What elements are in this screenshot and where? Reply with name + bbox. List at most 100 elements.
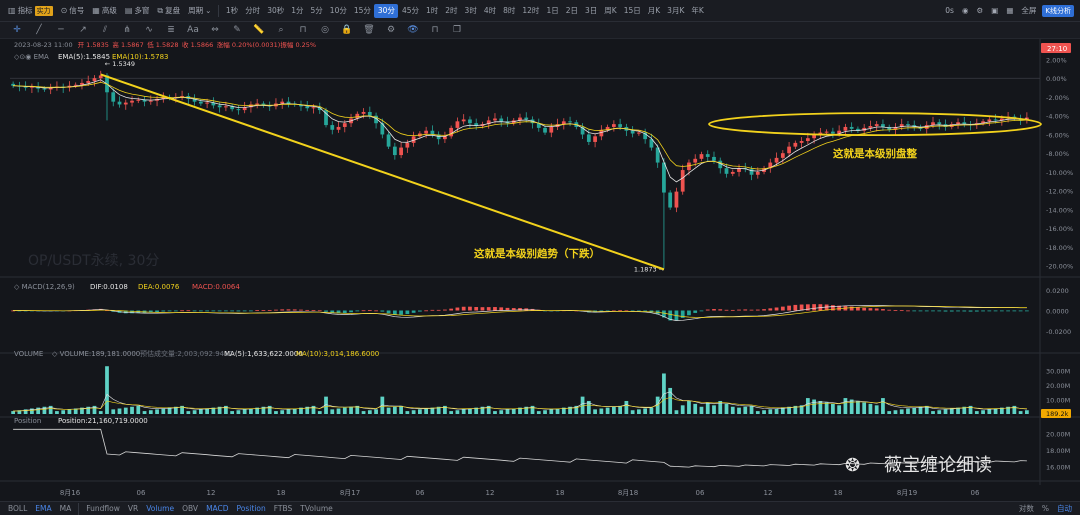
timeframe-5[interactable]: 10分 — [326, 4, 350, 18]
candle — [255, 103, 260, 105]
camera-icon[interactable]: ◉ — [958, 2, 973, 20]
toolbar-item-4[interactable]: ⧉ 复盘 — [153, 2, 184, 20]
timeframe-15[interactable]: 1日 — [543, 4, 562, 18]
macd-bar — [768, 308, 773, 311]
toolbar-item-1[interactable]: ⊙ 信号 — [57, 2, 89, 20]
settings-icon[interactable]: ⚙ — [380, 25, 402, 35]
layers-icon[interactable]: ❐ — [446, 25, 468, 35]
timeframe-21[interactable]: 3月K — [664, 4, 688, 18]
indicator-volume[interactable]: Volume — [142, 504, 178, 513]
timeframe-1[interactable]: 分时 — [242, 4, 264, 18]
eye-icon[interactable]: ◎ — [314, 25, 336, 35]
indicator-macd[interactable]: MACD — [202, 504, 232, 513]
period-selector[interactable]: 周期 ⌄ — [184, 2, 215, 20]
log-scale-toggle[interactable]: 对数 — [1015, 503, 1038, 514]
indicator-tvolume[interactable]: TVolume — [296, 504, 336, 513]
price-tick: -12.00% — [1046, 188, 1073, 196]
toolbar-item-3[interactable]: ▤ 多窗 — [121, 2, 154, 20]
candle — [668, 192, 673, 208]
macd-bar — [186, 310, 191, 312]
auto-scale-toggle[interactable]: 自动 — [1053, 503, 1076, 514]
info-field-1: 开 1.5835 — [78, 41, 109, 49]
ruler-icon[interactable]: 📏 — [248, 25, 270, 35]
indicator-position[interactable]: Position — [233, 504, 270, 513]
horizontal-line-icon[interactable]: ─ — [50, 25, 72, 35]
indicator-ma[interactable]: MA — [56, 504, 76, 513]
timeframe-7[interactable]: 30分 — [374, 3, 399, 18]
indicator-fundflow[interactable]: Fundflow — [82, 504, 124, 513]
timeframe-16[interactable]: 2日 — [562, 4, 581, 18]
volume-bar — [774, 408, 779, 414]
volume-bar — [868, 403, 873, 414]
macd-bar — [793, 304, 798, 311]
indicator-obv[interactable]: OBV — [178, 504, 202, 513]
timeframe-11[interactable]: 3时 — [461, 4, 480, 18]
candle — [336, 126, 341, 130]
timeframe-22[interactable]: 年K — [688, 4, 707, 18]
indicator-ftbs[interactable]: FTBS — [270, 504, 297, 513]
fibonacci-icon[interactable]: ≣ — [160, 25, 182, 35]
percent-toggle[interactable]: % — [1038, 504, 1053, 513]
fullscreen-button[interactable]: 全屏 — [1017, 2, 1040, 20]
measure-icon[interactable]: ⇔ — [204, 25, 226, 35]
info-field-0: 2023-08-23 11:00 — [14, 41, 73, 49]
timeframe-12[interactable]: 4时 — [480, 4, 499, 18]
lock-icon[interactable]: 🔒 — [336, 25, 358, 35]
indicator-icon: ▥ — [8, 6, 16, 15]
timeframe-4[interactable]: 5分 — [307, 4, 326, 18]
timeframe-13[interactable]: 8时 — [500, 4, 519, 18]
volume-bar — [837, 405, 842, 414]
timeframe-2[interactable]: 30秒 — [264, 4, 288, 18]
volume-bar — [55, 411, 59, 414]
candle — [630, 130, 635, 134]
chart-area[interactable]: OP/USDT永续, 30分 ← 1.5349 1.1873 → 这就是本级别趋势（下… — [0, 39, 1080, 501]
volume-bar — [330, 409, 335, 414]
fork-icon[interactable]: ⋔ — [116, 25, 138, 35]
volume-bar — [893, 410, 898, 414]
crosshair-icon[interactable]: ✛ — [6, 25, 28, 35]
visibility-icon[interactable]: 👁 — [402, 25, 424, 35]
magnet2-icon[interactable]: ⊓ — [424, 25, 446, 35]
timeframe-8[interactable]: 45分 — [398, 4, 422, 18]
kline-analysis-button[interactable]: K线分析 — [1042, 4, 1074, 17]
zoom-icon[interactable]: ⌕ — [270, 25, 292, 35]
volume-bar — [418, 409, 422, 414]
delete-icon[interactable]: 🗑 — [358, 25, 380, 35]
text-icon[interactable]: Aa — [182, 25, 204, 35]
brush-icon[interactable]: ✎ — [226, 25, 248, 35]
timeframe-18[interactable]: 周K — [601, 4, 620, 18]
position-value: Position:21,160,719.0000 — [58, 417, 148, 425]
advanced-icon: ▦ — [92, 6, 100, 15]
gear-icon[interactable]: ⚙ — [972, 2, 987, 20]
timeframe-14[interactable]: 12时 — [519, 4, 543, 18]
timeframe-6[interactable]: 15分 — [350, 4, 374, 18]
timeframe-20[interactable]: 月K — [644, 4, 663, 18]
timeframe-19[interactable]: 15日 — [620, 4, 644, 18]
timeframe-17[interactable]: 3日 — [582, 4, 601, 18]
price-tick: -20.00% — [1046, 263, 1073, 271]
candle — [874, 124, 879, 127]
timeframe-10[interactable]: 2时 — [442, 4, 461, 18]
indicator-ema[interactable]: EMA — [31, 504, 55, 513]
price-tick: 0.00% — [1046, 75, 1067, 83]
toolbar-item-0[interactable]: ▥ 指标 实力 — [4, 2, 57, 20]
toolbar-item-2[interactable]: ▦ 高级 — [88, 2, 121, 20]
curve-icon[interactable]: ∿ — [138, 25, 160, 35]
timeframe-9[interactable]: 1时 — [422, 4, 441, 18]
magnet-icon[interactable]: ⊓ — [292, 25, 314, 35]
line-icon[interactable]: ╱ — [28, 25, 50, 35]
indicator-vr[interactable]: VR — [124, 504, 142, 513]
macd-bar — [924, 310, 929, 312]
layout-icon[interactable]: ▣ — [987, 2, 1002, 20]
indicator-boll[interactable]: BOLL — [4, 504, 31, 513]
timeframe-0[interactable]: 1秒 — [222, 4, 241, 18]
macd-bar — [224, 310, 228, 312]
candle — [361, 111, 366, 114]
channel-icon[interactable]: ⫽ — [94, 25, 116, 35]
macd-bar — [993, 310, 998, 312]
timeframe-3[interactable]: 1分 — [288, 4, 307, 18]
ray-icon[interactable]: ↗ — [72, 25, 94, 35]
grid-icon[interactable]: ▦ — [1002, 2, 1017, 20]
info-field-6: 振幅 0.25% — [280, 40, 316, 49]
volume-bar — [242, 409, 247, 414]
